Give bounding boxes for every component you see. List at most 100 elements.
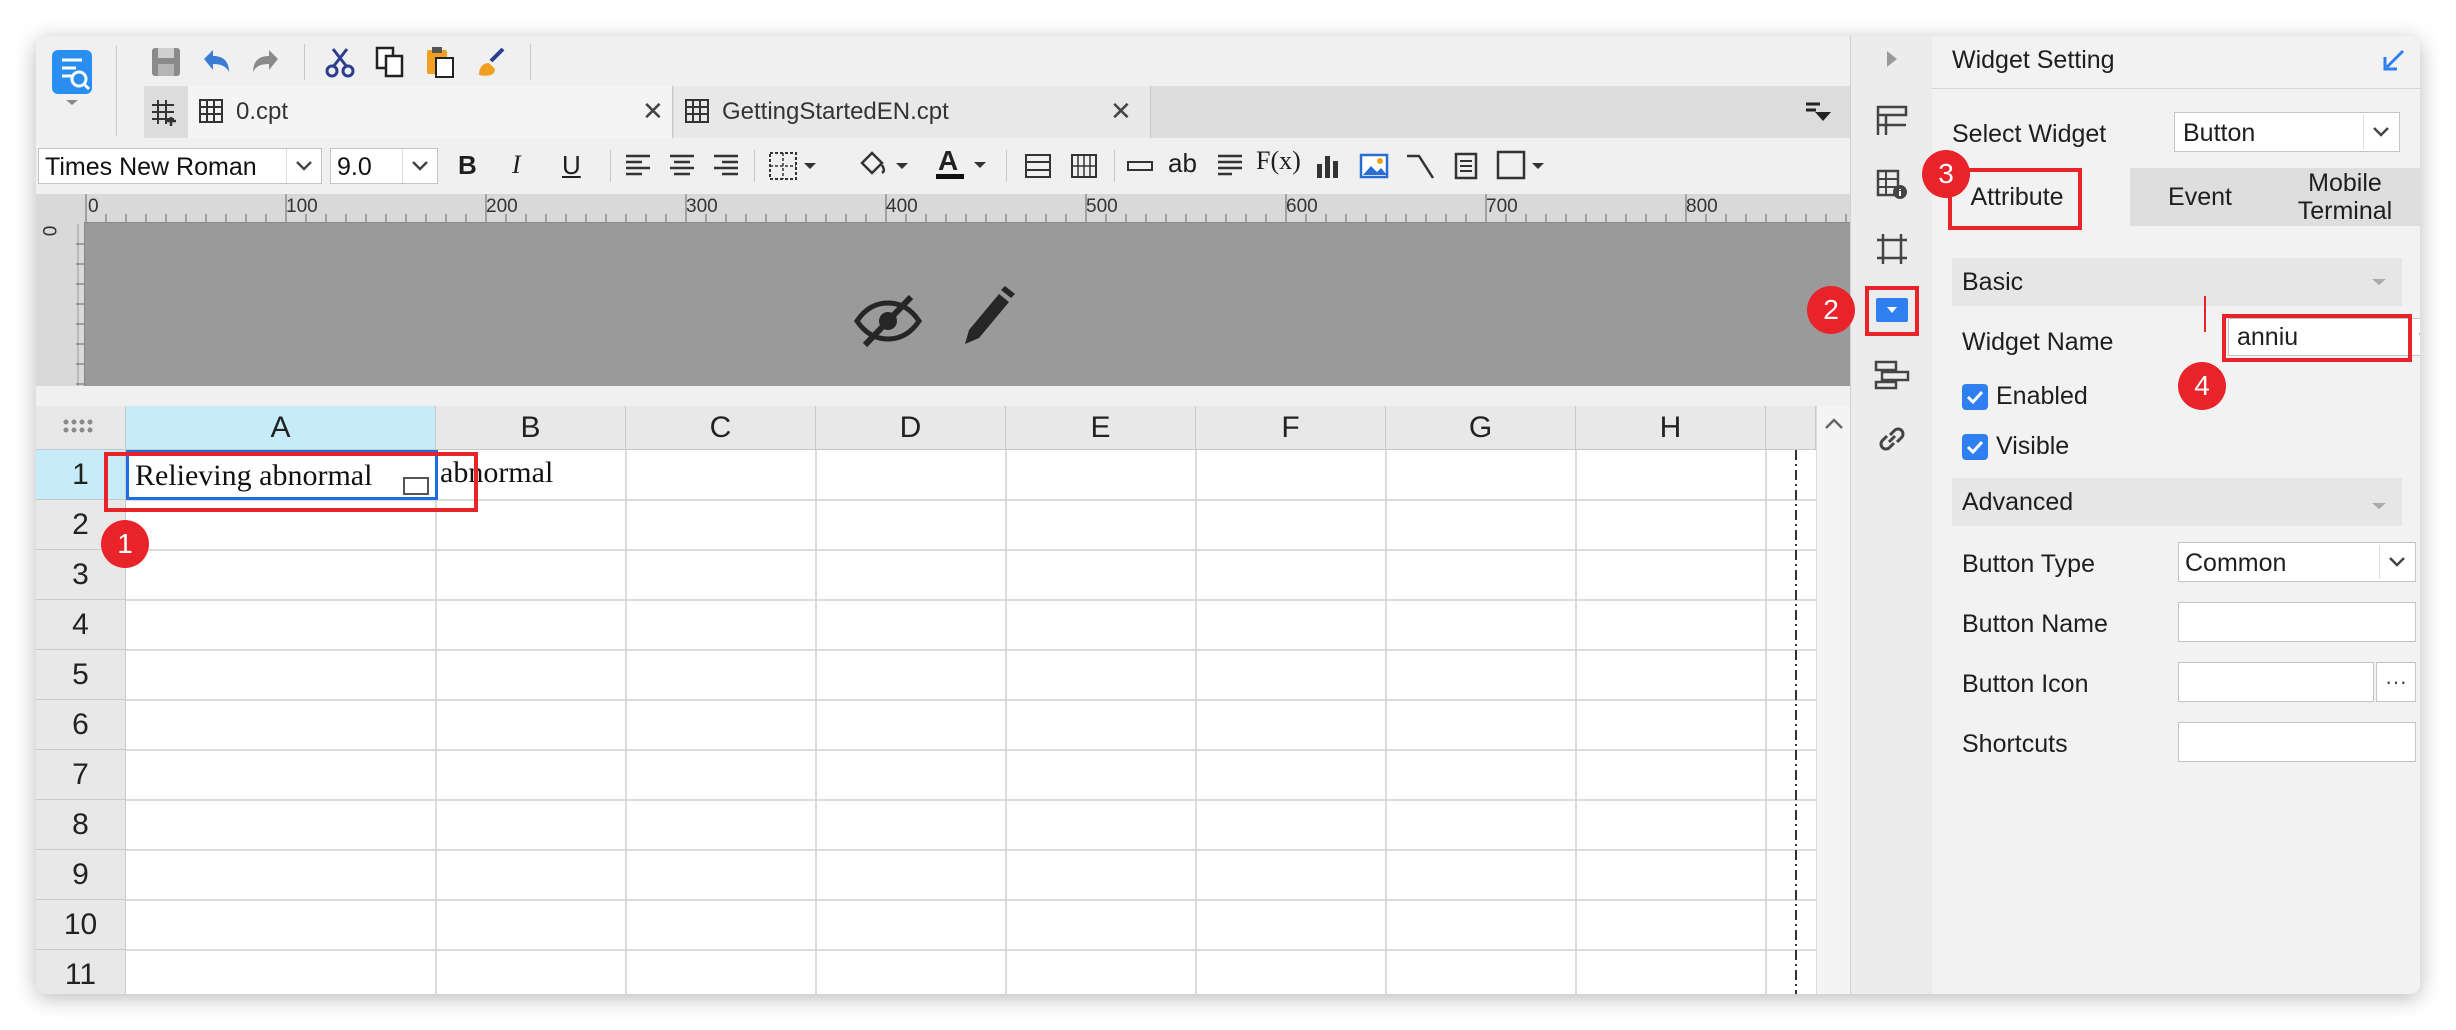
annotation-box-2 — [1865, 286, 1919, 336]
annotation-box-4 — [2222, 314, 2412, 362]
column-header-g[interactable]: G — [1386, 406, 1576, 450]
hyperlink-icon[interactable] — [1871, 418, 1913, 460]
column-header-a[interactable]: A — [126, 406, 436, 450]
float-element-icon[interactable] — [1871, 228, 1913, 270]
tab-menu-icon[interactable] — [1798, 94, 1838, 130]
button-icon-input[interactable] — [2178, 662, 2374, 702]
text-button[interactable]: ab — [1168, 148, 1197, 179]
save-icon[interactable] — [146, 42, 186, 82]
align-center-icon[interactable] — [664, 148, 700, 184]
header-design-area[interactable]: 0 0 100 200 300 400 500 600 700 800 — [36, 194, 1850, 386]
conditional-attribute-icon[interactable] — [1871, 354, 1913, 396]
toolbar-divider — [754, 150, 755, 182]
side-tool-strip: 2 — [1807, 36, 1934, 994]
row-header[interactable]: 6 — [36, 700, 126, 750]
tab-label: GettingStartedEN.cpt — [722, 98, 949, 125]
button-type-dropdown[interactable]: Common — [2178, 542, 2416, 582]
column-header-d[interactable]: D — [816, 406, 1006, 450]
close-icon[interactable]: ✕ — [642, 96, 664, 127]
chevron-up-icon[interactable] — [1821, 412, 1847, 436]
cell-element-info-icon[interactable] — [1871, 164, 1913, 206]
report-file-icon — [682, 96, 712, 126]
undo-icon[interactable] — [196, 42, 236, 82]
row-header[interactable]: 7 — [36, 750, 126, 800]
hidden-eye-icon[interactable] — [852, 284, 924, 356]
text-widget-icon[interactable] — [1122, 148, 1158, 184]
new-report-icon[interactable] — [144, 92, 184, 132]
column-header-h[interactable]: H — [1576, 406, 1766, 450]
italic-button[interactable]: I — [512, 150, 521, 180]
paste-icon[interactable] — [420, 42, 460, 82]
tab-0-cpt[interactable]: 0.cpt ✕ — [188, 86, 673, 138]
merge-cells-icon[interactable] — [1020, 148, 1056, 184]
format-brush-icon[interactable] — [470, 42, 510, 82]
toolbar-divider — [304, 44, 305, 80]
copy-icon[interactable] — [370, 42, 410, 82]
tab-gettingstarted-cpt[interactable]: GettingStartedEN.cpt ✕ — [674, 86, 1151, 138]
split-cells-icon[interactable] — [1066, 148, 1102, 184]
bold-button[interactable]: B — [458, 150, 477, 181]
fill-color-icon[interactable] — [854, 146, 914, 184]
enabled-checkbox[interactable] — [1962, 384, 1988, 410]
redo-icon[interactable] — [246, 42, 286, 82]
align-right-icon[interactable] — [708, 148, 744, 184]
column-header-empty — [1766, 406, 1816, 450]
slash-icon[interactable] — [1402, 148, 1438, 184]
select-widget-value: Button — [2183, 119, 2256, 147]
vertical-scrollbar[interactable] — [1816, 406, 1851, 994]
row-header[interactable]: 4 — [36, 600, 126, 650]
select-all-corner[interactable] — [36, 406, 126, 450]
section-advanced-label: Advanced — [1962, 488, 2074, 516]
row-header[interactable]: 10 — [36, 900, 126, 950]
section-advanced[interactable]: Advanced — [1952, 478, 2402, 526]
select-widget-label: Select Widget — [1952, 120, 2107, 148]
chevron-right-icon[interactable] — [1875, 42, 1909, 76]
toolbar-divider — [610, 150, 611, 182]
paragraph-icon[interactable] — [1212, 148, 1248, 184]
tab-label: 0.cpt — [236, 98, 289, 125]
cut-icon[interactable] — [320, 42, 360, 82]
pencil-icon[interactable] — [954, 282, 1020, 352]
underline-button[interactable]: U — [562, 150, 581, 181]
ruler-tick-label: 200 — [486, 196, 518, 217]
column-header-f[interactable]: F — [1196, 406, 1386, 450]
select-widget-dropdown[interactable]: Button — [2174, 112, 2400, 152]
button-name-input[interactable] — [2178, 602, 2416, 642]
font-color-icon[interactable]: A — [932, 144, 992, 184]
column-header-c[interactable]: C — [626, 406, 816, 450]
tab-mobile-terminal[interactable]: Mobile Terminal — [2270, 168, 2420, 226]
tab-event[interactable]: Event — [2130, 168, 2270, 226]
section-basic-label: Basic — [1962, 268, 2024, 296]
chevron-down-icon — [2363, 115, 2398, 149]
vertical-ruler: 0 — [36, 194, 85, 386]
row-header[interactable]: 5 — [36, 650, 126, 700]
chevron-down-icon — [402, 149, 437, 183]
shortcuts-input[interactable] — [2178, 722, 2416, 762]
chart-icon[interactable] — [1310, 148, 1346, 184]
row-header[interactable]: 8 — [36, 800, 126, 850]
button-icon-browse-button[interactable]: ··· — [2376, 662, 2416, 702]
font-family-select[interactable]: Times New Roman — [38, 148, 322, 184]
row-header[interactable]: 11 — [36, 950, 126, 994]
sub-report-icon[interactable] — [1448, 148, 1484, 184]
toolbar-divider — [1114, 150, 1115, 182]
close-icon[interactable]: ✕ — [1110, 96, 1132, 127]
formula-button[interactable]: F(x) — [1256, 146, 1301, 176]
image-icon[interactable] — [1356, 148, 1392, 184]
app-logo-icon[interactable] — [50, 48, 94, 108]
cell-attribute-icon[interactable] — [1871, 100, 1913, 142]
annotation-badge-2: 2 — [1807, 286, 1855, 334]
annotation-badge-3: 3 — [1922, 150, 1970, 198]
collapse-arrow-icon[interactable] — [2378, 44, 2410, 76]
visible-checkbox[interactable] — [1962, 434, 1988, 460]
border-style-icon[interactable] — [1494, 146, 1550, 184]
row-header[interactable]: 9 — [36, 850, 126, 900]
button-name-label: Button Name — [1962, 610, 2108, 638]
column-header-b[interactable]: B — [436, 406, 626, 450]
align-left-icon[interactable] — [620, 148, 656, 184]
border-icon[interactable] — [766, 148, 822, 184]
font-size-select[interactable]: 9.0 — [330, 148, 438, 184]
ruler-tick-label: 700 — [1486, 196, 1518, 217]
section-basic[interactable]: Basic — [1952, 258, 2402, 306]
column-header-e[interactable]: E — [1006, 406, 1196, 450]
